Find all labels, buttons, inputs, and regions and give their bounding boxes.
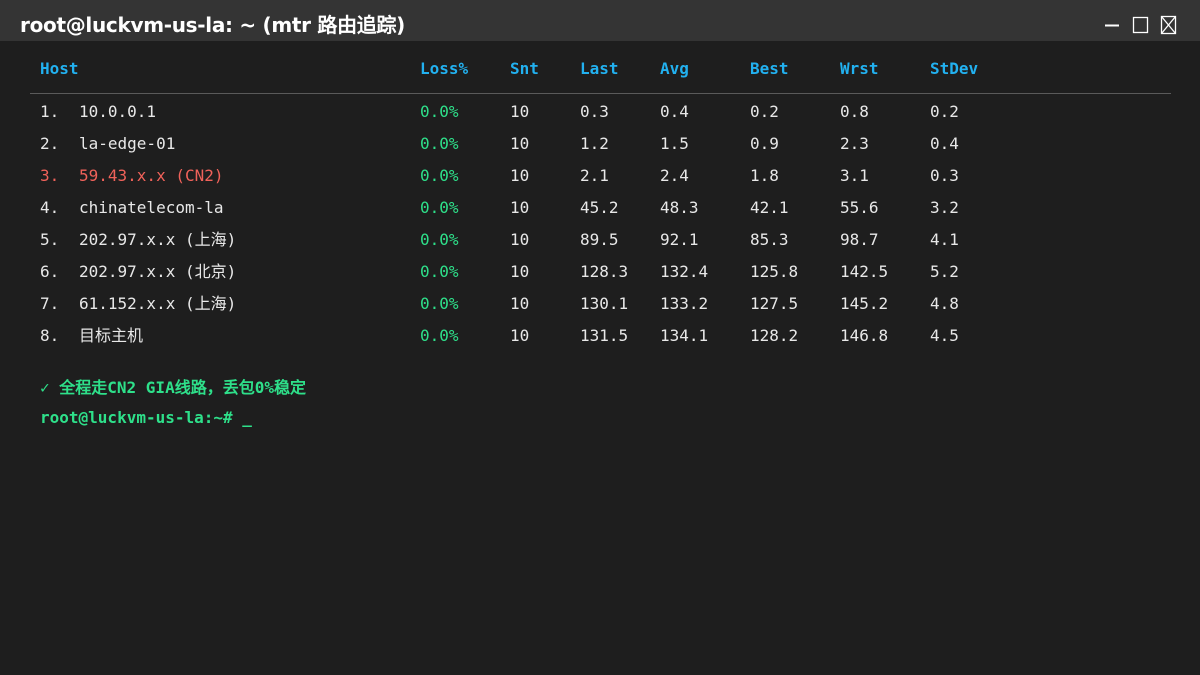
hop-last: 128.3: [580, 262, 629, 281]
hop-last: 0.3: [580, 102, 609, 121]
shell-prompt[interactable]: root@luckvm-us-la:~# _: [40, 406, 252, 430]
hop-best: 42.1: [750, 198, 789, 217]
window-titlebar[interactable]: root@luckvm-us-la: ~ (mtr 路由追踪): [0, 0, 1200, 41]
hop-loss: 0.0%: [420, 134, 459, 153]
hop-number: 7.: [40, 294, 60, 313]
hop-last: 2.1: [580, 166, 609, 185]
header-host: Host: [40, 59, 79, 78]
status-message: ✓ 全程走CN2 GIA线路，丢包0%稳定: [40, 378, 306, 397]
hop-loss: 0.0%: [420, 166, 459, 185]
header-wrst: Wrst: [840, 59, 879, 78]
hop-snt: 10: [510, 326, 530, 345]
hop-number: 4.: [40, 198, 60, 217]
hop-host: 61.152.x.x (上海): [79, 294, 237, 313]
hop-avg: 92.1: [660, 230, 699, 249]
hop-wrst: 0.8: [840, 102, 869, 121]
hop-best: 85.3: [750, 230, 789, 249]
hop-snt: 10: [510, 294, 530, 313]
maximize-icon[interactable]: [1132, 15, 1150, 35]
hop-avg: 132.4: [660, 262, 709, 281]
hop-stdev: 5.2: [930, 262, 959, 281]
hop-best: 1.8: [750, 166, 779, 185]
hop-number: 8.: [40, 326, 60, 345]
hop-host: 59.43.x.x (CN2): [79, 166, 224, 185]
header-snt: Snt: [510, 59, 539, 78]
hop-best: 128.2: [750, 326, 799, 345]
hop-best: 0.9: [750, 134, 779, 153]
hop-avg: 0.4: [660, 102, 689, 121]
table-row-highlight: 3. 59.43.x.x (CN2) 0.0% 10 2.1 2.4 1.8 3…: [0, 164, 1200, 188]
table-header: Host Loss% Snt Last Avg Best Wrst StDev: [0, 57, 1200, 81]
hop-snt: 10: [510, 134, 530, 153]
hop-loss: 0.0%: [420, 198, 459, 217]
hop-best: 127.5: [750, 294, 799, 313]
hop-avg: 2.4: [660, 166, 689, 185]
hop-number: 5.: [40, 230, 60, 249]
hop-snt: 10: [510, 262, 530, 281]
hop-stdev: 3.2: [930, 198, 959, 217]
table-row: 4. chinatelecom-la 0.0% 10 45.2 48.3 42.…: [0, 196, 1200, 220]
hop-snt: 10: [510, 230, 530, 249]
table-row: 1. 10.0.0.1 0.0% 10 0.3 0.4 0.2 0.8 0.2: [0, 100, 1200, 124]
hop-avg: 134.1: [660, 326, 709, 345]
table-row: 2. la-edge-01 0.0% 10 1.2 1.5 0.9 2.3 0.…: [0, 132, 1200, 156]
hop-number: 1.: [40, 102, 60, 121]
hop-host: 目标主机: [79, 326, 144, 345]
minimize-icon[interactable]: [1104, 15, 1122, 35]
hop-stdev: 0.2: [930, 102, 959, 121]
hop-host: 202.97.x.x (北京): [79, 262, 237, 281]
hop-stdev: 4.8: [930, 294, 959, 313]
header-divider: [30, 93, 1171, 94]
hop-avg: 133.2: [660, 294, 709, 313]
hop-stdev: 0.4: [930, 134, 959, 153]
hop-loss: 0.0%: [420, 102, 459, 121]
hop-wrst: 55.6: [840, 198, 879, 217]
hop-wrst: 145.2: [840, 294, 889, 313]
hop-last: 1.2: [580, 134, 609, 153]
header-best: Best: [750, 59, 789, 78]
hop-last: 130.1: [580, 294, 629, 313]
table-row: 6. 202.97.x.x (北京) 0.0% 10 128.3 132.4 1…: [0, 260, 1200, 284]
table-row: 7. 61.152.x.x (上海) 0.0% 10 130.1 133.2 1…: [0, 292, 1200, 316]
header-stdev: StDev: [930, 59, 979, 78]
hop-best: 0.2: [750, 102, 779, 121]
hop-loss: 0.0%: [420, 326, 459, 345]
hop-stdev: 0.3: [930, 166, 959, 185]
hop-host: 10.0.0.1: [79, 102, 157, 121]
hop-wrst: 2.3: [840, 134, 869, 153]
terminal-body[interactable]: Host Loss% Snt Last Avg Best Wrst StDev …: [0, 41, 1200, 675]
hop-host: la-edge-01: [79, 134, 176, 153]
hop-wrst: 146.8: [840, 326, 889, 345]
close-icon[interactable]: [1160, 15, 1178, 35]
hop-snt: 10: [510, 102, 530, 121]
hop-snt: 10: [510, 166, 530, 185]
hop-stdev: 4.1: [930, 230, 959, 249]
hop-loss: 0.0%: [420, 294, 459, 313]
hop-loss: 0.0%: [420, 262, 459, 281]
hop-avg: 1.5: [660, 134, 689, 153]
hop-last: 45.2: [580, 198, 619, 217]
hop-last: 89.5: [580, 230, 619, 249]
hop-best: 125.8: [750, 262, 799, 281]
header-avg: Avg: [660, 59, 689, 78]
hop-number: 3.: [40, 166, 60, 185]
hop-number: 6.: [40, 262, 60, 281]
hop-wrst: 142.5: [840, 262, 889, 281]
hop-number: 2.: [40, 134, 60, 153]
hop-loss: 0.0%: [420, 230, 459, 249]
header-loss: Loss%: [420, 59, 469, 78]
hop-wrst: 98.7: [840, 230, 879, 249]
table-row: 5. 202.97.x.x (上海) 0.0% 10 89.5 92.1 85.…: [0, 228, 1200, 252]
hop-host: chinatelecom-la: [79, 198, 224, 217]
hop-last: 131.5: [580, 326, 629, 345]
hop-snt: 10: [510, 198, 530, 217]
window-title: root@luckvm-us-la: ~ (mtr 路由追踪): [20, 13, 406, 37]
hop-avg: 48.3: [660, 198, 699, 217]
table-row: 8. 目标主机 0.0% 10 131.5 134.1 128.2 146.8 …: [0, 324, 1200, 348]
hop-wrst: 3.1: [840, 166, 869, 185]
hop-stdev: 4.5: [930, 326, 959, 345]
hop-host: 202.97.x.x (上海): [79, 230, 237, 249]
header-last: Last: [580, 59, 619, 78]
